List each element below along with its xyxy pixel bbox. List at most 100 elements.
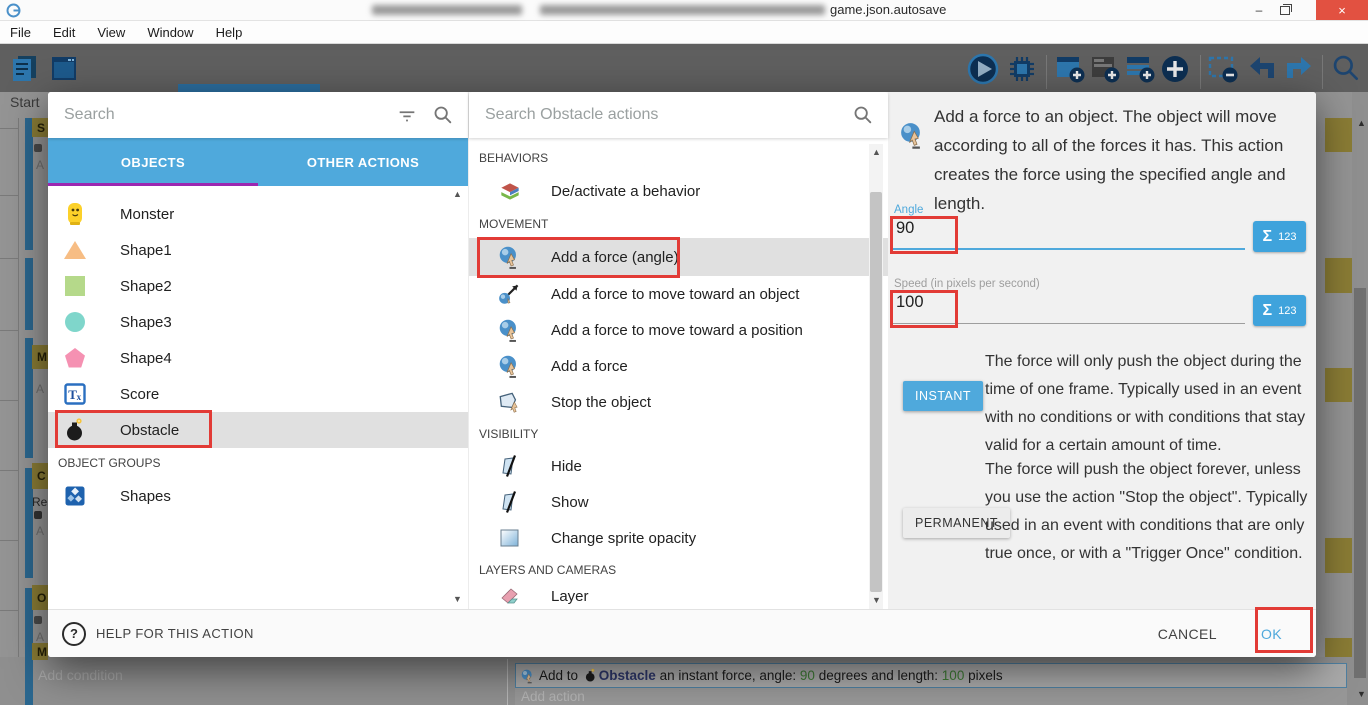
speed-input[interactable] [893,293,1226,312]
debug-button[interactable] [1006,53,1038,85]
toolbar-search-button[interactable] [1330,52,1362,84]
menu-edit[interactable]: Edit [53,25,75,40]
force-toward-object-icon [497,281,523,307]
event-tick [0,195,18,196]
choose-event-type-button[interactable] [1158,52,1192,86]
play-icon [966,52,1000,86]
title-bar: game.json.autosave – × [0,0,1368,21]
add-condition-placeholder[interactable]: Add condition [38,667,123,683]
scroll-up-icon[interactable]: ▲ [453,190,462,199]
add-subevent-button[interactable] [1088,52,1122,86]
selected-action-row[interactable]: Add to Obstacle an instant force, angle:… [515,663,1347,688]
list-item-shape4[interactable]: Shape4 [48,340,468,376]
object-label: Monster [120,206,174,223]
list-item-shape1[interactable]: Shape1 [48,232,468,268]
angle-input[interactable] [893,219,1226,238]
action-item-show[interactable]: Show [469,484,888,520]
object-label: Obstacle [120,422,179,439]
action-item-add-force-angle[interactable]: Add a force (angle) [469,238,888,276]
event-icon [34,616,42,624]
action-item-hide[interactable]: Hide [469,448,888,484]
pink-pentagon-icon [64,347,86,369]
action-item-stop-object[interactable]: Stop the object [469,384,888,420]
list-item-shape2[interactable]: Shape2 [48,268,468,304]
action-item-add-force[interactable]: Add a force [469,348,888,384]
restore-button[interactable] [1272,0,1298,20]
tab-other-actions[interactable]: OTHER ACTIONS [258,138,468,186]
list-item-obstacle[interactable]: Obstacle [48,412,468,448]
angle-field-label: Angle [894,204,923,216]
action-angle-value: 90 [800,668,815,683]
action-item-force-toward-object[interactable]: Add a force to move toward an object [469,276,888,312]
object-label: Shape1 [120,242,172,259]
help-for-action-button[interactable]: ? HELP FOR THIS ACTION [62,622,254,646]
list-item-score[interactable]: Score [48,376,468,412]
action-label: Layer [551,588,589,605]
minimize-button[interactable]: – [1246,0,1272,20]
list-item-shape3[interactable]: Shape3 [48,304,468,340]
menu-file[interactable]: File [10,25,31,40]
angle-expression-button[interactable]: Σ 123 [1253,221,1306,252]
event-header-fragment [1325,538,1352,573]
object-search-input[interactable] [48,105,396,125]
add-event-button[interactable] [1053,52,1087,86]
menu-help[interactable]: Help [216,25,243,40]
tab-objects[interactable]: OBJECTS [48,138,258,186]
list-item-monster[interactable]: Monster [48,196,468,232]
monster-sprite-icon [64,201,86,227]
events-sheet-bottom: M Add condition Add to Obstacle an insta… [0,657,1352,705]
action-search-input[interactable] [469,105,852,125]
speed-field-label: Speed (in pixels per second) [894,278,1040,290]
instant-button[interactable]: INSTANT [903,381,983,411]
cancel-button[interactable]: CANCEL [1158,626,1217,642]
tab-start-page[interactable]: Start [10,94,50,110]
play-button[interactable] [966,52,1000,86]
filter-icon[interactable] [396,104,418,126]
project-manager-button[interactable] [8,52,40,84]
layer-icon [498,584,522,608]
orange-triangle-icon [63,239,87,261]
menu-window[interactable]: Window [147,25,193,40]
search-icon [1330,52,1362,84]
force-icon [497,317,523,343]
speed-expression-button[interactable]: Σ 123 [1253,295,1306,326]
section-visibility: VISIBILITY [469,420,888,448]
action-label: De/activate a behavior [551,183,700,200]
event-text-fragment: A [36,630,44,644]
instant-description: The force will only push the object duri… [985,348,1316,460]
actions-scrollbar[interactable]: ▲ ▼ [869,144,883,609]
scroll-up-icon[interactable]: ▲ [872,148,881,157]
hide-icon [498,454,522,478]
redo-button[interactable] [1283,53,1315,85]
scroll-down-icon[interactable]: ▼ [453,595,462,604]
scroll-up-icon[interactable]: ▲ [1357,119,1366,128]
bomb-icon [584,668,597,683]
toolbar-separator [1322,55,1323,89]
actions-scrollbar-thumb[interactable] [870,192,882,592]
action-label: Stop the object [551,394,651,411]
delete-selection-button[interactable] [1206,52,1240,86]
dialog-footer: ? HELP FOR THIS ACTION CANCEL OK [48,609,1316,657]
scene-editor-button[interactable] [48,52,80,84]
event-indent-line [18,118,19,657]
action-item-change-opacity[interactable]: Change sprite opacity [469,520,888,556]
undo-button[interactable] [1246,53,1278,85]
close-button[interactable]: × [1316,0,1368,20]
scroll-down-icon[interactable]: ▼ [1357,690,1366,699]
section-layers-cameras: LAYERS AND CAMERAS [469,556,888,584]
object-selector-panel: OBJECTS OTHER ACTIONS Monster Shape1 Sha… [48,92,468,609]
list-item-shapes-group[interactable]: Shapes [48,478,468,514]
action-item-layer[interactable]: Layer [469,584,888,608]
add-action-placeholder[interactable]: Add action [515,688,1347,705]
search-icon[interactable] [432,104,454,126]
menu-view[interactable]: View [97,25,125,40]
events-scrollbar-thumb[interactable] [1354,288,1366,678]
ok-button[interactable]: OK [1261,626,1282,642]
scroll-down-icon[interactable]: ▼ [872,596,881,605]
search-icon[interactable] [852,104,874,126]
add-comment-button[interactable] [1123,52,1157,86]
action-item-deactivate-behavior[interactable]: De/activate a behavior [469,172,888,210]
action-item-force-toward-position[interactable]: Add a force to move toward a position [469,312,888,348]
active-scene-tab[interactable] [178,84,320,92]
action-label: Add a force [551,358,628,375]
